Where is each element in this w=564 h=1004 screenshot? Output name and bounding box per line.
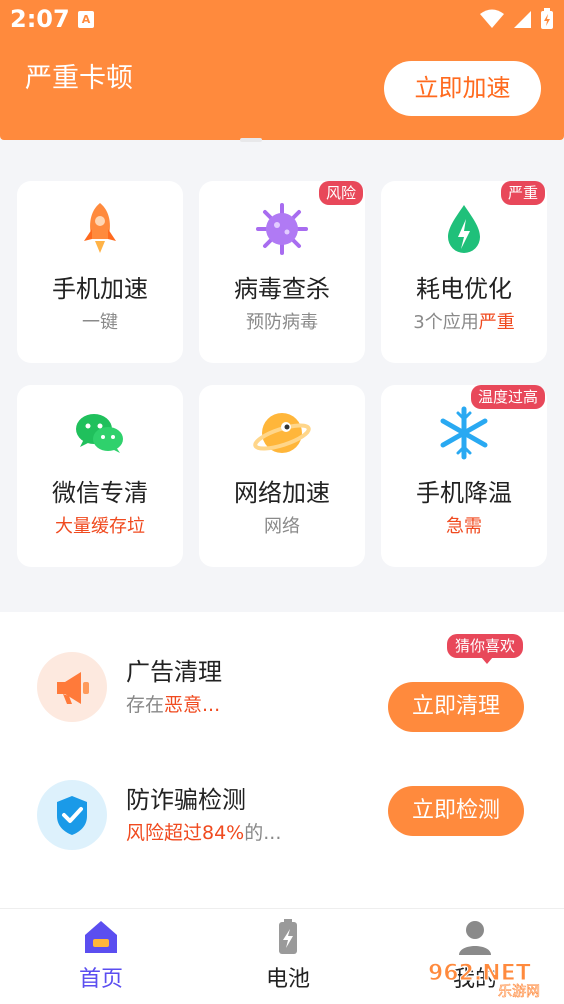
- virus-icon: [256, 203, 308, 255]
- clean-now-button[interactable]: 立即清理: [388, 682, 524, 732]
- performance-status-title: 严重卡顿: [25, 63, 133, 94]
- status-time: 2:07: [10, 5, 70, 33]
- nav-tab-home[interactable]: 首页: [41, 909, 161, 1004]
- list-item-desc: 风险超过84%的...: [126, 818, 281, 845]
- header-banner: 严重卡顿 立即加速: [0, 40, 564, 140]
- card-subtext: 网络: [264, 516, 300, 537]
- feature-list: 广告清理 存在恶意... 猜你喜欢 立即清理 防诈骗检测 风险超过84%的...…: [0, 612, 564, 908]
- snowflake-icon: [440, 406, 488, 460]
- boost-now-button[interactable]: 立即加速: [384, 61, 541, 116]
- home-icon: [85, 921, 117, 953]
- notification-icon: A: [78, 11, 94, 28]
- list-item-desc-highlight: 恶意...: [164, 694, 221, 716]
- list-item-desc-suffix: 的...: [244, 822, 282, 844]
- watermark-sub: 乐游网: [498, 984, 540, 998]
- list-item-ad-clean: 广告清理 存在恶意... 猜你喜欢 立即清理: [0, 634, 564, 754]
- nav-label: 首页: [78, 967, 123, 992]
- card-subtext: 3个应用严重: [381, 308, 547, 334]
- shield-check-icon: [37, 780, 107, 850]
- card-subtext-prefix: 3个应用: [413, 312, 479, 333]
- card-power-optimize[interactable]: 严重 耗电优化 3个应用严重: [381, 181, 547, 363]
- detect-now-button[interactable]: 立即检测: [388, 786, 524, 836]
- card-label: 耗电优化: [416, 275, 512, 303]
- risk-badge: 风险: [318, 181, 363, 205]
- battery-icon: [279, 919, 297, 954]
- wifi-icon: [480, 9, 504, 28]
- severity-badge: 严重: [500, 181, 545, 205]
- megaphone-icon: [37, 652, 107, 722]
- watermark-brand: 962.NET: [428, 961, 531, 986]
- list-item-title: 防诈骗检测: [126, 786, 246, 814]
- card-subtext: 急需: [446, 516, 482, 537]
- signal-icon: [514, 11, 531, 28]
- card-wechat-clean[interactable]: 微信专清 大量缓存垃: [17, 385, 183, 567]
- list-item-desc-prefix: 存在: [126, 694, 165, 716]
- nav-label: 电池: [265, 967, 310, 992]
- user-icon: [459, 921, 491, 955]
- nav-tab-battery[interactable]: 电池: [228, 909, 348, 1004]
- wechat-icon: [76, 414, 123, 453]
- card-phone-cool[interactable]: 温度过高 手机降温 急需: [381, 385, 547, 567]
- card-label: 网络加速: [234, 479, 330, 507]
- card-subtext: 大量缓存垃: [55, 516, 145, 537]
- card-subtext: 预防病毒: [246, 312, 318, 333]
- recommend-tag: 猜你喜欢: [447, 634, 524, 664]
- card-label: 病毒查杀: [234, 275, 330, 303]
- card-label: 微信专清: [52, 479, 148, 507]
- card-label: 手机降温: [416, 479, 512, 507]
- list-item-desc-highlight: 风险超过84%: [126, 822, 245, 844]
- list-item-title: 广告清理: [126, 658, 222, 686]
- system-icons: [480, 7, 554, 31]
- planet-icon: [253, 413, 311, 453]
- list-item-desc: 存在恶意...: [126, 690, 220, 717]
- status-bar: 2:07 A: [0, 0, 564, 40]
- battery-drop-icon: [448, 205, 480, 253]
- card-phone-boost[interactable]: 手机加速 一键: [17, 181, 183, 363]
- card-subtext: 一键: [82, 312, 118, 333]
- card-network-boost[interactable]: 网络加速 网络: [199, 385, 365, 567]
- watermark-logo: 962.NET 乐游网: [428, 961, 541, 999]
- card-subtext-highlight: 严重: [478, 312, 515, 333]
- card-virus-scan[interactable]: 风险 病毒查杀 预防病毒: [199, 181, 365, 363]
- rocket-icon: [84, 203, 116, 253]
- card-label: 手机加速: [52, 275, 148, 303]
- battery-status-icon: [541, 8, 553, 29]
- list-item-fraud-check: 防诈骗检测 风险超过84%的... 立即检测: [0, 762, 564, 882]
- header-divider: [240, 138, 262, 142]
